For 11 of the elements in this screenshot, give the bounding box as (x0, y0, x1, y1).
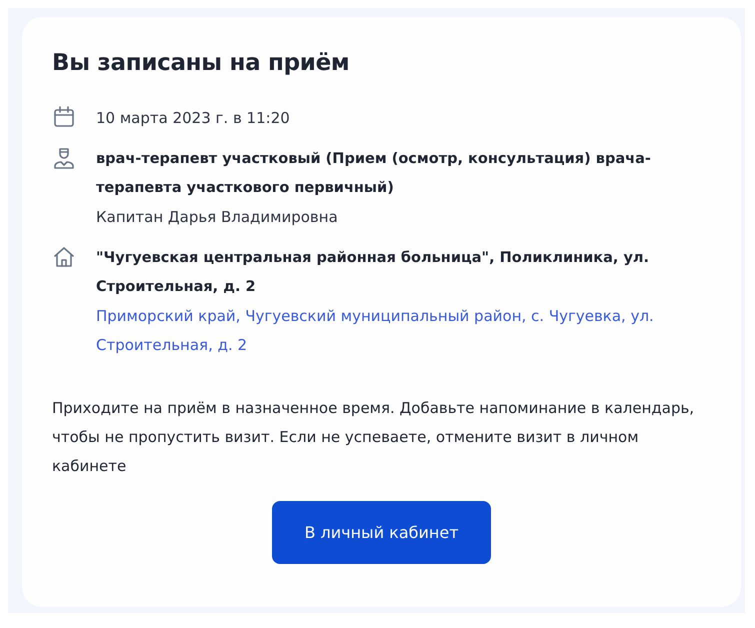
detail-text: 10 марта 2023 г. в 11:20 (96, 108, 290, 129)
address-link[interactable]: Приморский край, Чугуевский муниципальный район, с. Чугуевка, ул. Строительная, д. 2 (96, 302, 696, 360)
card-title: Вы записаны на приём (52, 49, 350, 78)
info-paragraph: Приходите на приём в назначенное время. Добавьте напоминание в календарь, чтобы не пропустить визит. Если не успеваете, отмените визит в личном кабинете (52, 398, 696, 477)
home-icon (52, 245, 76, 269)
detail-text: Капитан Дарья Владимировна (96, 207, 338, 228)
doctor-icon (52, 146, 76, 170)
calendar-icon (52, 105, 76, 129)
detail-title: врач-терапевт участковый (Прием (осмотр, консультация) врача-терапевта участкового первичный) (96, 150, 652, 198)
cabinet-button[interactable]: В личный кабинет (272, 501, 491, 564)
detail-title: "Чугуевская центральная районная больница", Поликлиника, ул. Строительная, д. 2 (96, 249, 650, 297)
